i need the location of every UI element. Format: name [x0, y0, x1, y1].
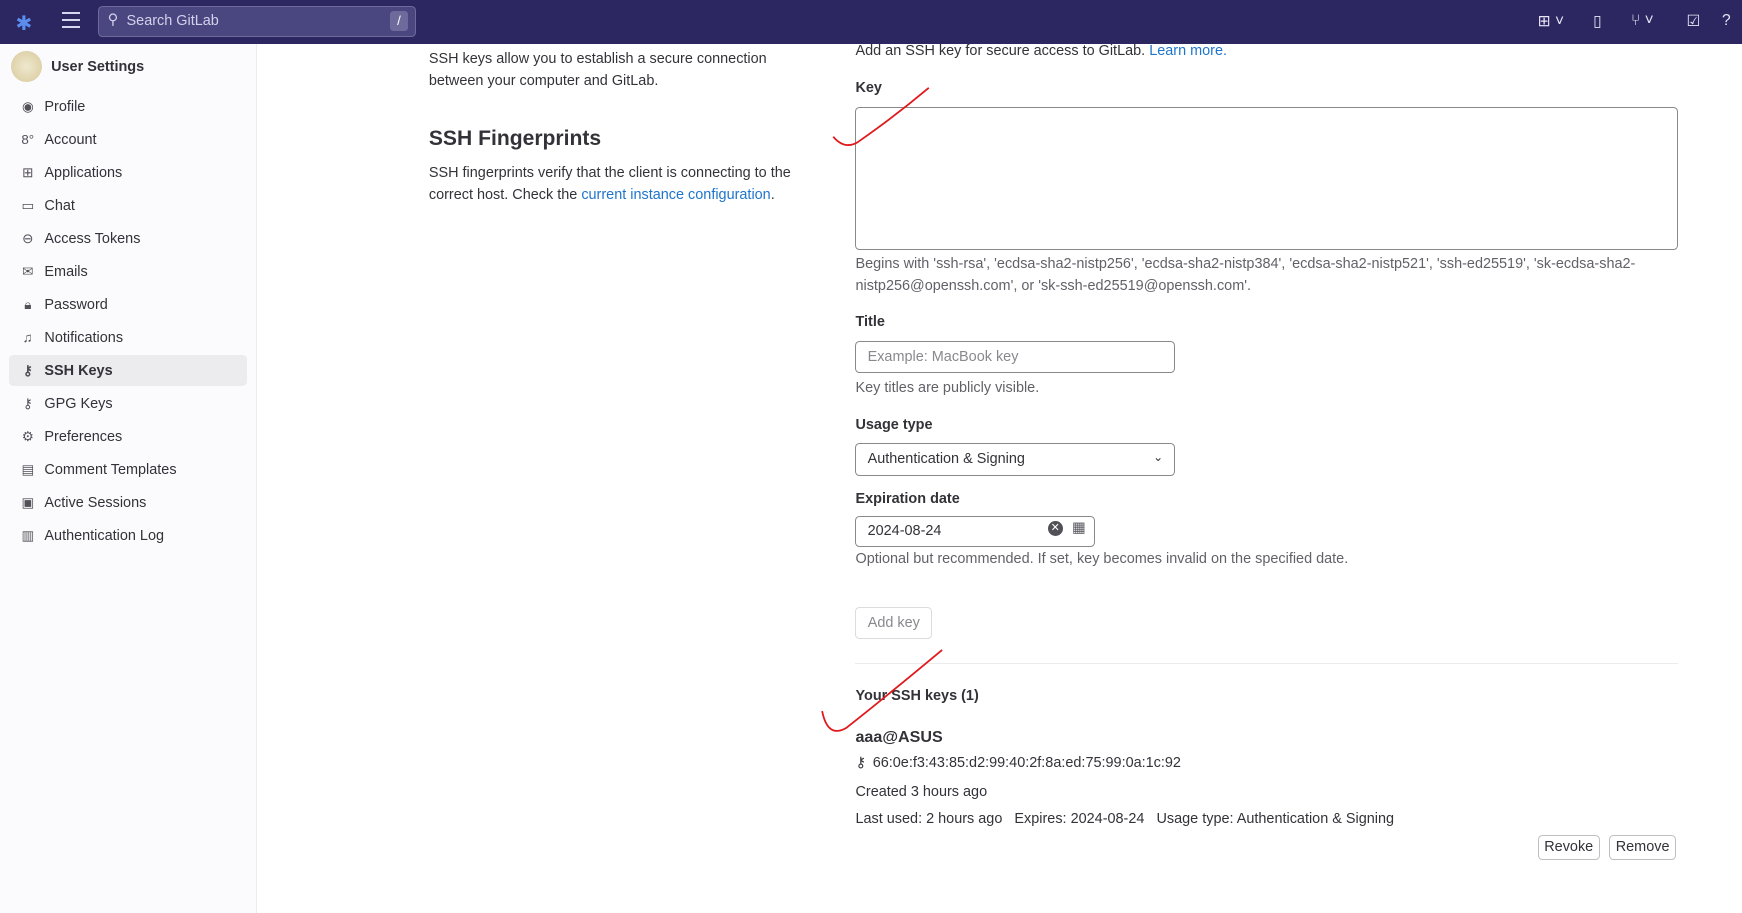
usage-label: Usage type	[855, 416, 933, 433]
sidebar-item-label: SSH Keys	[44, 362, 113, 379]
divider	[855, 663, 1678, 665]
help-icon[interactable]: ?	[1722, 12, 1731, 30]
sidebar-item-label: Account	[44, 131, 97, 148]
sidebar-item-access-tokens[interactable]: ⊖ Access Tokens	[9, 223, 247, 254]
sidebar-item-gpg-keys[interactable]: ⚷ GPG Keys	[9, 388, 247, 419]
search-placeholder: Search GitLab	[126, 13, 219, 30]
sidebar-item-authentication-log[interactable]: ▥ Authentication Log	[9, 520, 247, 551]
sidebar-header[interactable]: User Settings	[11, 51, 145, 83]
sidebar-item-label: Chat	[44, 197, 75, 214]
sidebar-item-label: Comment Templates	[44, 461, 177, 478]
lock-icon: 🔒︎	[24, 296, 32, 312]
title-input[interactable]: Example: MacBook key	[855, 341, 1176, 374]
key-icon: ⚷	[855, 755, 867, 772]
menu-icon[interactable]	[62, 12, 80, 28]
preferences-icon: ⚙	[21, 428, 34, 444]
search-shortcut: /	[390, 10, 408, 31]
sidebar-item-applications[interactable]: ⊞ Applications	[9, 157, 247, 188]
instance-config-link[interactable]: current instance configuration	[581, 187, 770, 203]
bell-icon: ♫	[22, 330, 33, 346]
sidebar-item-password[interactable]: 🔒︎ Password	[9, 289, 247, 320]
search-icon: ⚲	[107, 12, 119, 29]
clear-icon[interactable]: ✕	[1047, 520, 1064, 537]
ssh-description: SSH keys allow you to establish a secure…	[428, 50, 767, 89]
fingerprint-text: 66:0e:f3:43:85:d2:99:40:2f:8a:ed:75:99:0…	[872, 755, 1181, 772]
title-label: Title	[855, 314, 885, 331]
token-icon: ⊖	[22, 230, 34, 246]
sidebar-item-label: Access Tokens	[44, 230, 141, 247]
sidebar-item-account[interactable]: 8° Account	[9, 124, 247, 155]
sidebar-item-active-sessions[interactable]: ▣ Active Sessions	[9, 487, 247, 518]
remove-button[interactable]: Remove	[1608, 835, 1677, 860]
expiration-label: Expiration date	[855, 491, 960, 508]
last-used: Last used: 2 hours ago	[855, 810, 1003, 827]
key-icon: ⚷	[22, 395, 33, 411]
sidebar-item-label: Authentication Log	[44, 527, 165, 544]
plus-square-icon[interactable]: ⊞ ˅	[1538, 12, 1564, 31]
sidebar-item-profile[interactable]: ◉ Profile	[9, 91, 247, 122]
applications-icon: ⊞	[22, 164, 34, 180]
sidebar-item-label: Profile	[44, 98, 86, 115]
usage-type: Usage type: Authentication & Signing	[1156, 810, 1395, 827]
todo-icon[interactable]: ☑	[1686, 12, 1700, 31]
key-meta: Last used: 2 hours ago Expires: 2024-08-…	[855, 809, 1394, 830]
add-key-button[interactable]: Add key	[855, 606, 933, 639]
revoke-button[interactable]: Revoke	[1537, 835, 1600, 860]
log-icon: ▥	[21, 527, 35, 543]
key-fingerprint: ⚷ 66:0e:f3:43:85:d2:99:40:2f:8a:ed:75:99:…	[855, 753, 1181, 774]
key-icon: ⚷	[22, 362, 33, 378]
search-input[interactable]: ⚲ Search GitLab /	[97, 5, 416, 37]
key-label: Key	[855, 79, 882, 96]
sidebar-item-label: Applications	[44, 164, 123, 181]
sidebar-item-emails[interactable]: ✉ Emails	[9, 256, 247, 287]
user-circle-icon: ◉	[21, 98, 34, 114]
sidebar-item-comment-templates[interactable]: ▤ Comment Templates	[9, 454, 247, 485]
merge-request-icon[interactable]: ⑂ ˅	[1631, 12, 1654, 30]
key-textarea[interactable]	[855, 106, 1678, 250]
learn-more-link[interactable]: Learn more.	[1149, 43, 1227, 59]
key-created: Created 3 hours ago	[855, 784, 988, 801]
sidebar-item-label: Notifications	[44, 329, 124, 346]
sidebar-item-label: Active Sessions	[44, 494, 147, 511]
intro-text: Add an SSH key for secure access to GitL…	[855, 43, 1150, 60]
fp-end: .	[770, 187, 775, 204]
sidebar: User Settings ◉ Profile 8° Account ⊞ Applicat…	[0, 44, 257, 913]
sidebar-item-chat[interactable]: ▭ Chat	[9, 190, 247, 221]
expiration-date-input[interactable]: 2024-08-24 ✕ ▦	[855, 515, 1096, 547]
expiration-value: 2024-08-24	[867, 523, 942, 540]
expires: Expires: 2024-08-24	[1014, 810, 1145, 827]
title-placeholder: Example: MacBook key	[867, 348, 1019, 365]
account-icon: 8°	[21, 132, 35, 148]
title-help: Key titles are publicly visible.	[855, 379, 1040, 396]
sidebar-item-notifications[interactable]: ♫ Notifications	[9, 322, 247, 353]
sidebar-item-preferences[interactable]: ⚙ Preferences	[9, 421, 247, 452]
sidebar-item-label: Preferences	[44, 428, 123, 445]
usage-type-select[interactable]: Authentication & Signing ⌄	[855, 443, 1176, 476]
usage-value: Authentication & Signing	[867, 450, 1025, 467]
fingerprints-description: SSH fingerprints verify that the client …	[429, 162, 818, 206]
sidebar-item-label: GPG Keys	[44, 395, 113, 412]
comment-lines-icon: ▤	[21, 461, 35, 477]
sidebar-item-label: Password	[44, 296, 108, 313]
mail-icon: ✉	[22, 263, 34, 279]
monitor-icon: ▣	[21, 494, 35, 510]
sidebar-item-label: Emails	[44, 263, 88, 280]
comment-icon: ▭	[21, 197, 35, 213]
avatar	[11, 51, 43, 83]
issues-icon[interactable]: ▯	[1593, 12, 1602, 31]
key-help: Begins with 'ssh-rsa', 'ecdsa-sha2-nistp…	[855, 256, 1636, 294]
keys-heading: Your SSH keys (1)	[855, 687, 979, 704]
calendar-icon[interactable]: ▦	[1072, 520, 1086, 536]
gitlab-logo[interactable]: ✱	[16, 11, 40, 35]
fingerprints-title: SSH Fingerprints	[428, 126, 602, 150]
expiration-help: Optional but recommended. If set, key be…	[855, 550, 1349, 567]
sidebar-title: User Settings	[51, 58, 145, 75]
sidebar-item-ssh-keys[interactable]: ⚷ SSH Keys	[8, 355, 247, 387]
top-bar: ✱ ⚲ Search GitLab / ⊞ ˅ ▯ ⑂ ˅ ☑ ?	[0, 0, 1742, 45]
key-title[interactable]: aaa@ASUS	[855, 728, 942, 747]
chevron-down-icon: ⌄	[1153, 449, 1164, 464]
form-intro: Add an SSH key for secure access to GitL…	[855, 41, 1227, 62]
